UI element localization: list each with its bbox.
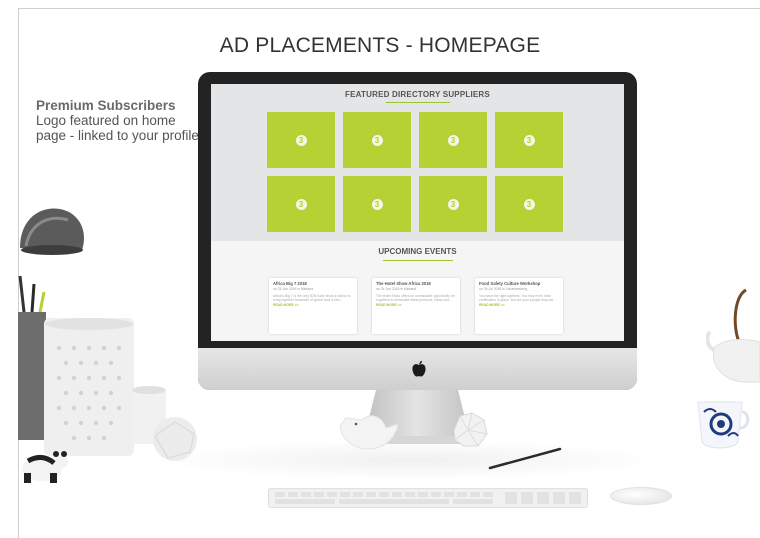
- side-note-body: Logo featured on home page - linked to y…: [36, 113, 199, 143]
- apple-logo-icon: [412, 360, 426, 377]
- tile-badge: 3: [447, 134, 459, 146]
- supplier-logo-grid: 3 3 3 3 3 3 3 3: [267, 112, 564, 232]
- keyboard-keys: [275, 492, 581, 504]
- panda-figure-illustration: [22, 451, 68, 483]
- event-title: The Hotel Show Africa 2018: [376, 281, 431, 286]
- event-excerpt: Africa's Big 7 is the only B2B trade sho…: [273, 294, 351, 303]
- tile-badge: 3: [523, 198, 535, 210]
- events-title-underline: [383, 260, 453, 261]
- event-date: on 24 Jun 2018 in Midrand: [376, 287, 417, 291]
- teapot-illustration: [706, 288, 760, 383]
- event-excerpt: The Hotel Show offers an unmissable oppo…: [376, 294, 455, 303]
- crumpled-paper-illustration: [453, 412, 488, 447]
- event-title: Food Safety Culture Workshop: [479, 281, 541, 286]
- keyboard-illustration: [268, 488, 588, 508]
- supplier-logo-tile[interactable]: 3: [267, 176, 335, 232]
- monitor-screen: FEATURED DIRECTORY SUPPLIERS 3 3 3 3 3 3…: [211, 84, 624, 341]
- page-title: AD PLACEMENTS - HOMEPAGE: [219, 34, 541, 57]
- supplier-logo-tile[interactable]: 3: [495, 112, 563, 168]
- supplier-logo-tile[interactable]: 3: [419, 112, 487, 168]
- event-read-more-link[interactable]: READ MORE >>: [376, 303, 456, 307]
- tile-badge: 3: [523, 134, 535, 146]
- tile-badge: 3: [295, 198, 307, 210]
- perforated-vase-illustration: [44, 318, 134, 456]
- tile-badge: 3: [371, 134, 383, 146]
- upcoming-events-section: UPCOMING EVENTS Africa Big 7 2018 on 24 …: [211, 241, 624, 341]
- featured-title-underline: [386, 102, 450, 103]
- event-date: on 24 Jun 2018 in Midrand: [273, 287, 314, 291]
- supplier-logo-tile[interactable]: 3: [267, 112, 335, 168]
- upcoming-events-title: UPCOMING EVENTS: [378, 247, 457, 256]
- decorated-cup-illustration: [697, 401, 750, 449]
- event-read-more-link[interactable]: READ MORE >>: [479, 303, 559, 307]
- side-note: Premium Subscribers Logo featured on hom…: [36, 98, 206, 143]
- event-excerpt: You have the right systems. You may even…: [479, 294, 556, 303]
- mouse-illustration: [610, 487, 672, 505]
- tile-badge: 3: [371, 198, 383, 210]
- sphere-illustration: [153, 417, 197, 461]
- pen-illustration: [488, 447, 562, 470]
- tile-badge: 3: [295, 134, 307, 146]
- event-card[interactable]: Food Safety Culture Workshop on 26 Jul 2…: [475, 278, 563, 334]
- event-title: Africa Big 7 2018: [273, 281, 307, 286]
- bird-figurine-illustration: [339, 415, 399, 450]
- tile-badge: 3: [447, 198, 459, 210]
- event-card[interactable]: The Hotel Show Africa 2018 on 24 Jun 201…: [372, 278, 460, 334]
- event-card[interactable]: Africa Big 7 2018 on 24 Jun 2018 in Midr…: [269, 278, 357, 334]
- event-read-more-link[interactable]: READ MORE >>: [273, 303, 353, 307]
- supplier-logo-tile[interactable]: 3: [343, 112, 411, 168]
- frame-top-line: [18, 8, 760, 9]
- desk-shadow: [150, 440, 670, 480]
- side-note-heading: Premium Subscribers: [36, 98, 176, 113]
- supplier-logo-tile[interactable]: 3: [419, 176, 487, 232]
- supplier-logo-tile[interactable]: 3: [343, 176, 411, 232]
- event-date: on 26 Jul 2018 in Johannesburg: [479, 287, 528, 291]
- featured-suppliers-title: FEATURED DIRECTORY SUPPLIERS: [345, 90, 490, 99]
- desk-lamp-illustration: [20, 208, 84, 255]
- supplier-logo-tile[interactable]: 3: [495, 176, 563, 232]
